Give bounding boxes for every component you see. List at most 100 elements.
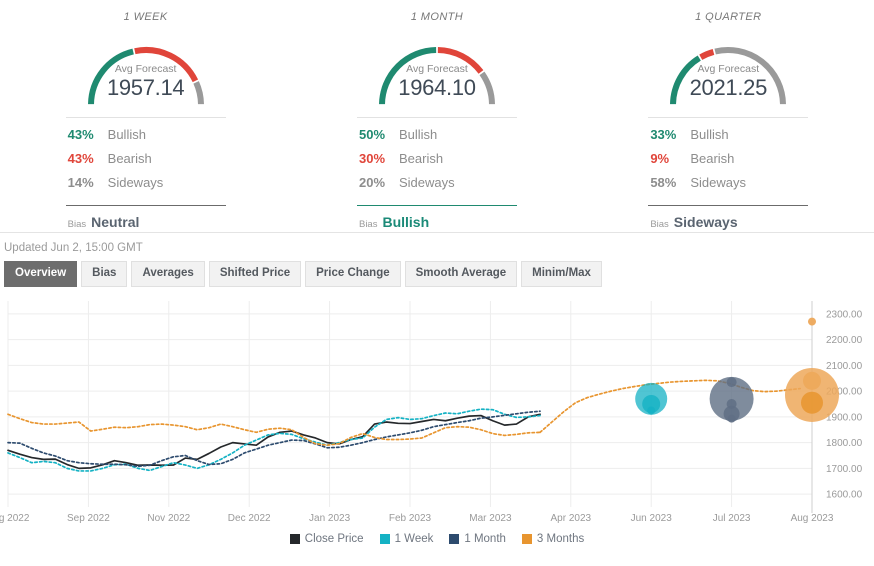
bias-value: Sideways bbox=[674, 214, 738, 230]
gauge-title: 1 QUARTER bbox=[695, 10, 761, 24]
gauge-panel-1-month: 1 MONTH Avg Forecast 1964.10 50% Bullish… bbox=[291, 10, 582, 232]
stat-row-sideways: 14% Sideways bbox=[66, 175, 226, 199]
bearish-percent: 30% bbox=[357, 151, 399, 166]
bias-block: Bias Neutral bbox=[66, 205, 226, 230]
legend-swatch-icon bbox=[290, 534, 300, 544]
stat-row-bearish: 30% Bearish bbox=[357, 151, 517, 175]
gauge-panel-1-week: 1 WEEK Avg Forecast 1957.14 43% Bullish … bbox=[0, 10, 291, 232]
stat-row-bullish: 33% Bullish bbox=[648, 127, 808, 151]
bullish-percent: 50% bbox=[357, 127, 399, 142]
stat-row-bullish: 50% Bullish bbox=[357, 127, 517, 151]
gauge-arc-1-month: Avg Forecast 1964.10 bbox=[365, 29, 509, 109]
x-axis-tick-label: Feb 2023 bbox=[389, 513, 432, 524]
x-axis-tick-label: Nov 2022 bbox=[147, 513, 190, 524]
tab-minim-max[interactable]: Minim/Max bbox=[521, 261, 602, 287]
x-axis-tick-label: Jul 2023 bbox=[713, 513, 751, 524]
gauge-panel-1-quarter: 1 QUARTER Avg Forecast 2021.25 33% Bulli… bbox=[583, 10, 874, 232]
forecast-bubble[interactable] bbox=[727, 377, 737, 387]
x-axis-tick-label: Sep 2022 bbox=[67, 513, 110, 524]
bias-block: Bias Sideways bbox=[648, 205, 808, 230]
chart-svg[interactable]: Aug 2022 Sep 2022 Nov 2022 Dec 2022 Jan 2023… bbox=[0, 291, 874, 553]
y-axis-tick-label: 1900.00 bbox=[826, 412, 863, 423]
sideways-percent: 14% bbox=[66, 175, 108, 190]
y-axis-tick-label: 2100.00 bbox=[826, 361, 863, 372]
legend-swatch-icon bbox=[449, 534, 459, 544]
gauge-seg-bearish bbox=[701, 52, 714, 57]
gauge-stats: 33% Bullish 9% Bearish 58% Sideways bbox=[648, 117, 808, 199]
gauge-svg bbox=[365, 29, 509, 109]
x-axis-tick-label: Dec 2022 bbox=[228, 513, 271, 524]
chart-legend: Close Price 1 Week 1 Month 3 Months bbox=[0, 533, 874, 545]
gauge-seg-bearish bbox=[135, 50, 196, 81]
x-axis-tick-label: Aug 2022 bbox=[0, 513, 30, 524]
y-axis-tick-label: 1800.00 bbox=[826, 438, 863, 449]
gauge-svg bbox=[74, 29, 218, 109]
legend-item[interactable]: Close Price bbox=[290, 533, 364, 545]
x-axis-tick-label: Apr 2023 bbox=[551, 513, 592, 524]
gauge-arc-1-week: Avg Forecast 1957.14 bbox=[74, 29, 218, 109]
bias-word: Bias bbox=[650, 219, 668, 230]
sideways-label: Sideways bbox=[108, 175, 164, 190]
gauge-seg-sideways bbox=[715, 50, 783, 104]
bullish-percent: 43% bbox=[66, 127, 108, 142]
gauge-svg bbox=[656, 29, 800, 109]
legend-label: 1 Month bbox=[464, 533, 506, 545]
tab-price-change[interactable]: Price Change bbox=[305, 261, 401, 287]
gauge-stats: 50% Bullish 30% Bearish 20% Sideways bbox=[357, 117, 517, 199]
gauge-stats: 43% Bullish 43% Bearish 14% Sideways bbox=[66, 117, 226, 199]
legend-label: 3 Months bbox=[537, 533, 584, 545]
bias-block: Bias Bullish bbox=[357, 205, 517, 230]
sideways-percent: 20% bbox=[357, 175, 399, 190]
bias-value: Bullish bbox=[382, 214, 429, 230]
gauge-title: 1 WEEK bbox=[124, 10, 168, 24]
y-axis-tick-label: 2200.00 bbox=[826, 335, 863, 346]
forecast-chart: Aug 2022 Sep 2022 Nov 2022 Dec 2022 Jan 2023… bbox=[0, 291, 874, 553]
legend-item[interactable]: 3 Months bbox=[522, 533, 584, 545]
bias-word: Bias bbox=[359, 219, 377, 230]
legend-item[interactable]: 1 Week bbox=[380, 533, 434, 545]
tab-overview[interactable]: Overview bbox=[4, 261, 77, 287]
stat-row-sideways: 20% Sideways bbox=[357, 175, 517, 199]
bias-word: Bias bbox=[68, 219, 86, 230]
tab-averages[interactable]: Averages bbox=[131, 261, 204, 287]
tab-shifted-price[interactable]: Shifted Price bbox=[209, 261, 301, 287]
stat-row-bearish: 43% Bearish bbox=[66, 151, 226, 175]
forecast-bubble[interactable] bbox=[801, 392, 823, 414]
gauge-seg-sideways bbox=[482, 73, 492, 104]
forecast-bubble[interactable] bbox=[803, 372, 821, 390]
gauge-seg-bullish bbox=[91, 52, 133, 105]
x-axis-tick-label: Jun 2023 bbox=[631, 513, 673, 524]
bias-value: Neutral bbox=[91, 214, 139, 230]
gauge-seg-bullish bbox=[673, 58, 699, 104]
legend-swatch-icon bbox=[522, 534, 532, 544]
bullish-percent: 33% bbox=[648, 127, 690, 142]
x-axis-tick-label: Jan 2023 bbox=[309, 513, 351, 524]
x-axis-tick-label: Aug 2023 bbox=[791, 513, 834, 524]
chart-view-tabs: OverviewBiasAveragesShifted PricePrice C… bbox=[0, 259, 874, 287]
bullish-label: Bullish bbox=[690, 127, 728, 142]
bearish-percent: 9% bbox=[648, 151, 690, 166]
gauge-seg-bullish bbox=[382, 50, 436, 104]
forecast-bubble[interactable] bbox=[808, 318, 816, 326]
y-axis-tick-label: 1700.00 bbox=[826, 464, 863, 475]
sideways-label: Sideways bbox=[399, 175, 455, 190]
gauge-seg-sideways bbox=[196, 82, 201, 104]
forecast-bubble[interactable] bbox=[728, 415, 736, 423]
bullish-label: Bullish bbox=[399, 127, 437, 142]
tab-smooth-average[interactable]: Smooth Average bbox=[405, 261, 518, 287]
sideways-label: Sideways bbox=[690, 175, 746, 190]
legend-item[interactable]: 1 Month bbox=[449, 533, 506, 545]
stat-row-sideways: 58% Sideways bbox=[648, 175, 808, 199]
legend-swatch-icon bbox=[380, 534, 390, 544]
updated-timestamp: Updated Jun 2, 15:00 GMT bbox=[0, 233, 874, 259]
bearish-label: Bearish bbox=[108, 151, 152, 166]
gauge-seg-bearish bbox=[438, 50, 481, 72]
legend-label: Close Price bbox=[305, 533, 364, 545]
forecast-bubble[interactable] bbox=[647, 406, 655, 414]
sideways-percent: 58% bbox=[648, 175, 690, 190]
bullish-label: Bullish bbox=[108, 127, 146, 142]
stat-row-bullish: 43% Bullish bbox=[66, 127, 226, 151]
y-axis-tick-label: 1600.00 bbox=[826, 490, 863, 501]
legend-label: 1 Week bbox=[395, 533, 434, 545]
tab-bias[interactable]: Bias bbox=[81, 261, 127, 287]
